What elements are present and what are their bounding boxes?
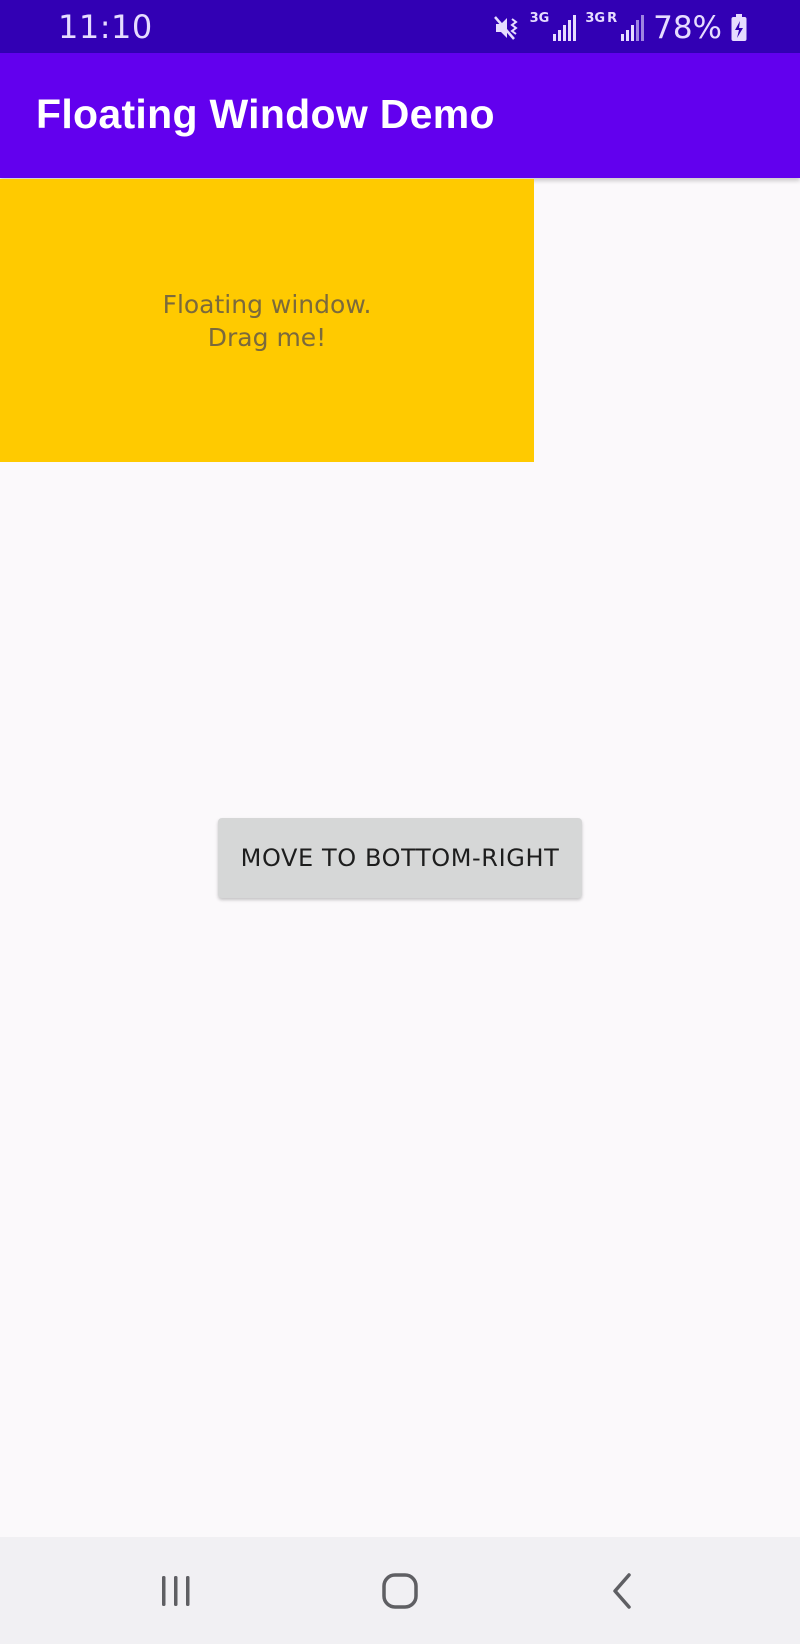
- mute-vibrate-icon: [492, 13, 522, 43]
- floating-window-text: Floating window. Drag me!: [163, 288, 372, 354]
- status-bar: 11:10 3G 3G R 78%: [0, 0, 800, 53]
- move-to-bottom-right-button[interactable]: MOVE TO BOTTOM-RIGHT: [218, 818, 582, 898]
- home-button[interactable]: [340, 1537, 460, 1644]
- status-time: 11:10: [58, 8, 153, 46]
- recents-icon: [162, 1575, 190, 1606]
- signal-icon: [551, 14, 577, 42]
- floating-window-line-2: Drag me!: [207, 322, 327, 352]
- back-button[interactable]: [563, 1537, 683, 1644]
- app-title: Floating Window Demo: [36, 91, 495, 137]
- network-type-label: 3G: [529, 10, 550, 26]
- recents-button[interactable]: [116, 1537, 236, 1644]
- back-icon: [613, 1572, 631, 1609]
- status-icons: 3G 3G R 78%: [492, 10, 748, 46]
- home-icon: [382, 1572, 418, 1609]
- battery-percent: 78%: [653, 10, 722, 46]
- app-bar: Floating Window Demo: [0, 53, 800, 178]
- phone-screen: 11:10 3G 3G R 78% Floating Window Demo F…: [0, 0, 800, 1644]
- floating-window[interactable]: Floating window. Drag me!: [0, 179, 534, 462]
- navigation-bar: [0, 1537, 800, 1644]
- floating-window-line-1: Floating window.: [162, 289, 372, 319]
- roaming-label: R: [607, 10, 618, 26]
- signal-roaming-icon: [619, 14, 645, 42]
- battery-charging-icon: [730, 13, 748, 43]
- network-type-label-2: 3G: [585, 10, 606, 26]
